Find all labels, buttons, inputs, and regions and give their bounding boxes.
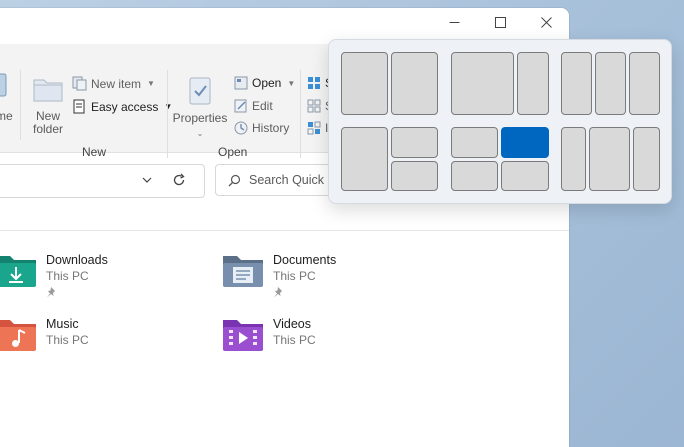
open-group-label: Open: [218, 145, 248, 159]
cut-button-partial[interactable]: me: [0, 72, 14, 123]
chevron-down-icon: ⌄: [196, 129, 204, 138]
folder-name: Documents: [273, 253, 337, 267]
properties-icon: [189, 77, 211, 105]
chevron-down-icon: ▼: [147, 79, 155, 88]
search-placeholder: Search Quick: [249, 173, 325, 187]
properties-button[interactable]: Properties ⌄: [172, 76, 228, 140]
open-button[interactable]: Open ▼: [234, 76, 295, 90]
videos-folder-icon: [223, 320, 263, 351]
refresh-button[interactable]: [172, 173, 186, 190]
folder-text: Downloads This PC: [46, 252, 108, 298]
minimize-icon: [449, 21, 459, 23]
documents-folder-icon: [223, 256, 263, 287]
new-folder-label-line2: folder: [32, 122, 64, 136]
history-icon: [234, 121, 248, 135]
folder-text: Documents This PC: [273, 252, 336, 298]
snap-zone-right[interactable]: [517, 52, 549, 115]
open-icon: [234, 76, 248, 90]
folder-tile-documents[interactable]: Documents This PC: [221, 252, 336, 298]
content-divider: [0, 230, 569, 231]
ribbon-separator: [167, 70, 168, 158]
invert-selection-button[interactable]: I: [307, 121, 328, 135]
snap-zone-right[interactable]: [629, 52, 660, 115]
edit-label: Edit: [252, 99, 273, 113]
snap-zone-top-left[interactable]: [451, 127, 498, 158]
maximize-button[interactable]: [477, 8, 523, 36]
snap-zone-left[interactable]: [341, 127, 388, 191]
snap-zone-bottom-right[interactable]: [501, 161, 549, 191]
snap-zone-right[interactable]: [391, 52, 438, 115]
easy-access-icon: [73, 99, 85, 114]
new-group-label: New: [82, 145, 107, 159]
new-folder-button[interactable]: New folder: [28, 76, 68, 136]
edit-icon: [234, 99, 247, 113]
open-label: Open: [252, 76, 282, 90]
close-button[interactable]: [523, 8, 569, 36]
chevron-down-icon: [142, 177, 152, 183]
snap-zone-top-right-selected[interactable]: [501, 127, 549, 158]
snap-zone-bottom-right[interactable]: [391, 161, 438, 191]
ribbon-separator: [300, 70, 301, 158]
maximize-icon: [494, 16, 506, 28]
edit-button[interactable]: Edit: [234, 99, 273, 113]
properties-label: Properties: [172, 111, 228, 125]
search-icon: [228, 174, 241, 186]
minimize-button[interactable]: [431, 8, 477, 36]
easy-access-label: Easy access: [91, 99, 159, 114]
folder-location: This PC: [46, 269, 89, 283]
snap-zone-left[interactable]: [341, 52, 388, 115]
ribbon-separator: [20, 70, 21, 140]
snap-layouts-flyout: [328, 39, 672, 204]
snap-zone-left[interactable]: [561, 52, 592, 115]
snap-zone-left[interactable]: [451, 52, 514, 115]
refresh-icon: [173, 173, 185, 186]
history-button[interactable]: History: [234, 121, 289, 135]
select-all-icon: [308, 77, 320, 89]
folder-name: Downloads: [46, 253, 108, 267]
close-icon: [540, 16, 552, 28]
folder-text: Videos This PC: [273, 316, 316, 354]
easy-access-button[interactable]: Easy access ▼: [72, 99, 172, 114]
title-bar: [0, 8, 569, 36]
cut-icon: [0, 73, 7, 97]
folder-tile-downloads[interactable]: Downloads This PC: [0, 252, 108, 298]
snap-zone-center[interactable]: [589, 127, 630, 191]
snap-zone-right[interactable]: [633, 127, 660, 191]
pin-icon: [47, 287, 55, 298]
new-item-button[interactable]: New item ▼: [72, 76, 155, 91]
folder-location: This PC: [273, 333, 316, 347]
invert-selection-icon: [307, 121, 321, 135]
address-history-dropdown[interactable]: [141, 174, 153, 189]
history-label: History: [252, 121, 290, 135]
folder-text: Music This PC: [46, 316, 89, 354]
folder-name: Videos: [273, 317, 311, 331]
downloads-folder-icon: [0, 256, 36, 287]
folder-location: This PC: [273, 269, 316, 283]
folder-name: Music: [46, 317, 79, 331]
select-none-icon: [307, 99, 321, 113]
address-bar[interactable]: [0, 164, 205, 198]
folder-tile-music[interactable]: Music This PC: [0, 316, 89, 354]
snap-zone-top-right[interactable]: [391, 127, 438, 158]
chevron-down-icon: ▼: [287, 78, 296, 88]
new-item-icon: [72, 76, 87, 91]
music-folder-icon: [0, 320, 36, 351]
snap-zone-center[interactable]: [595, 52, 626, 115]
snap-zone-bottom-left[interactable]: [451, 161, 498, 191]
new-folder-icon: [33, 79, 63, 102]
folder-tile-videos[interactable]: Videos This PC: [221, 316, 316, 354]
snap-zone-left[interactable]: [561, 127, 586, 191]
pin-icon: [274, 287, 282, 298]
folder-location: This PC: [46, 333, 89, 347]
cut-label-fragment: me: [0, 109, 13, 123]
new-item-label: New item: [91, 76, 142, 91]
